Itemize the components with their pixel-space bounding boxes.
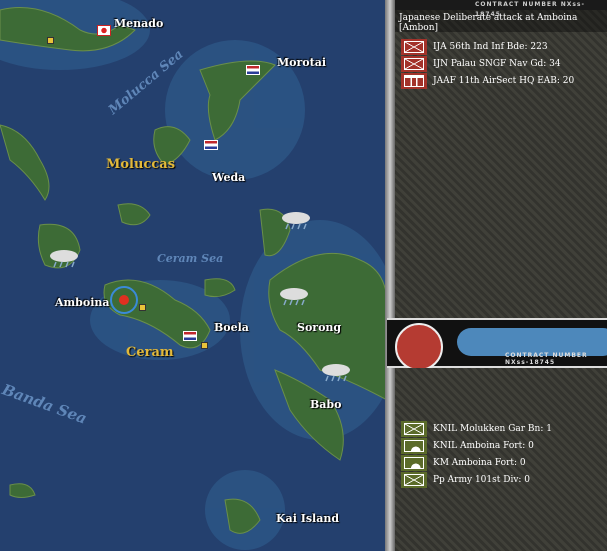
infantry-icon bbox=[401, 420, 427, 437]
place-weda[interactable]: Weda bbox=[212, 171, 245, 184]
region-label-moluccas: Moluccas bbox=[106, 157, 176, 172]
attacker-panel: CONTRACT NUMBER NXss-18745 Japanese Deli… bbox=[395, 0, 607, 318]
unit-name: JAAF 11th AirSect HQ EAB: 20 bbox=[433, 75, 575, 86]
unit-name: IJN Palau SNGF Nav Gd: 34 bbox=[433, 58, 561, 69]
dutch-flag-icon[interactable] bbox=[246, 65, 260, 75]
map-view[interactable]: Molucca Sea Ceram Sea Banda Sea Moluccas… bbox=[0, 0, 387, 551]
japanese-roundel-icon bbox=[395, 323, 443, 371]
storm-cloud-icon bbox=[320, 362, 352, 382]
unit-name: KNIL Amboina Fort: 0 bbox=[433, 440, 534, 451]
combat-title: Japanese Deliberate attack at Amboina [A… bbox=[395, 10, 607, 33]
infantry-icon bbox=[401, 38, 427, 55]
storm-cloud-icon bbox=[48, 248, 80, 268]
base-icon[interactable] bbox=[139, 304, 146, 311]
place-kai-island[interactable]: Kai Island bbox=[276, 512, 339, 525]
hq-icon bbox=[401, 72, 427, 89]
place-boela[interactable]: Boela bbox=[214, 321, 249, 334]
fort-icon bbox=[401, 437, 427, 454]
place-babo[interactable]: Babo bbox=[310, 398, 341, 411]
combat-target-icon[interactable] bbox=[110, 286, 138, 314]
combat-banner: CONTRACT NUMBER NXss-18745 bbox=[387, 318, 607, 371]
contract-strip: CONTRACT NUMBER NXss-18745 bbox=[395, 0, 607, 18]
place-menado[interactable]: Menado bbox=[114, 17, 163, 30]
storm-cloud-icon bbox=[278, 286, 310, 306]
unit-row[interactable]: JAAF 11th AirSect HQ EAB: 20 bbox=[401, 72, 607, 89]
panel-divider bbox=[385, 0, 395, 551]
sea-label-ceram: Ceram Sea bbox=[157, 252, 224, 265]
place-sorong[interactable]: Sorong bbox=[297, 321, 341, 334]
infantry-icon bbox=[401, 55, 427, 72]
map-terrain bbox=[0, 0, 387, 550]
storm-cloud-icon bbox=[280, 210, 312, 230]
place-morotai[interactable]: Morotai bbox=[277, 56, 326, 69]
base-icon[interactable] bbox=[47, 37, 54, 44]
unit-row[interactable]: IJN Palau SNGF Nav Gd: 34 bbox=[401, 55, 607, 72]
unit-row[interactable]: Pp Army 101st Div: 0 bbox=[401, 471, 607, 488]
unit-name: KNIL Molukken Gar Bn: 1 bbox=[433, 423, 552, 434]
defender-panel: KNIL Molukken Gar Bn: 1 KNIL Amboina For… bbox=[395, 368, 607, 551]
unit-row[interactable]: IJA 56th Ind Inf Bde: 223 bbox=[401, 38, 607, 55]
infantry-icon bbox=[401, 471, 427, 488]
contract-strip: CONTRACT NUMBER NXss-18745 bbox=[505, 352, 588, 366]
unit-row[interactable]: KNIL Molukken Gar Bn: 1 bbox=[401, 420, 607, 437]
base-icon[interactable] bbox=[201, 342, 208, 349]
unit-row[interactable]: KM Amboina Fort: 0 bbox=[401, 454, 607, 471]
dutch-flag-icon[interactable] bbox=[183, 331, 197, 341]
dutch-flag-icon[interactable] bbox=[204, 140, 218, 150]
japanese-flag-icon[interactable] bbox=[97, 25, 111, 36]
unit-row[interactable]: KNIL Amboina Fort: 0 bbox=[401, 437, 607, 454]
unit-name: KM Amboina Fort: 0 bbox=[433, 457, 526, 468]
place-amboina[interactable]: Amboina bbox=[55, 296, 110, 309]
unit-name: IJA 56th Ind Inf Bde: 223 bbox=[433, 41, 548, 52]
region-label-ceram: Ceram bbox=[126, 345, 174, 360]
fort-icon bbox=[401, 454, 427, 471]
unit-name: Pp Army 101st Div: 0 bbox=[433, 474, 531, 485]
